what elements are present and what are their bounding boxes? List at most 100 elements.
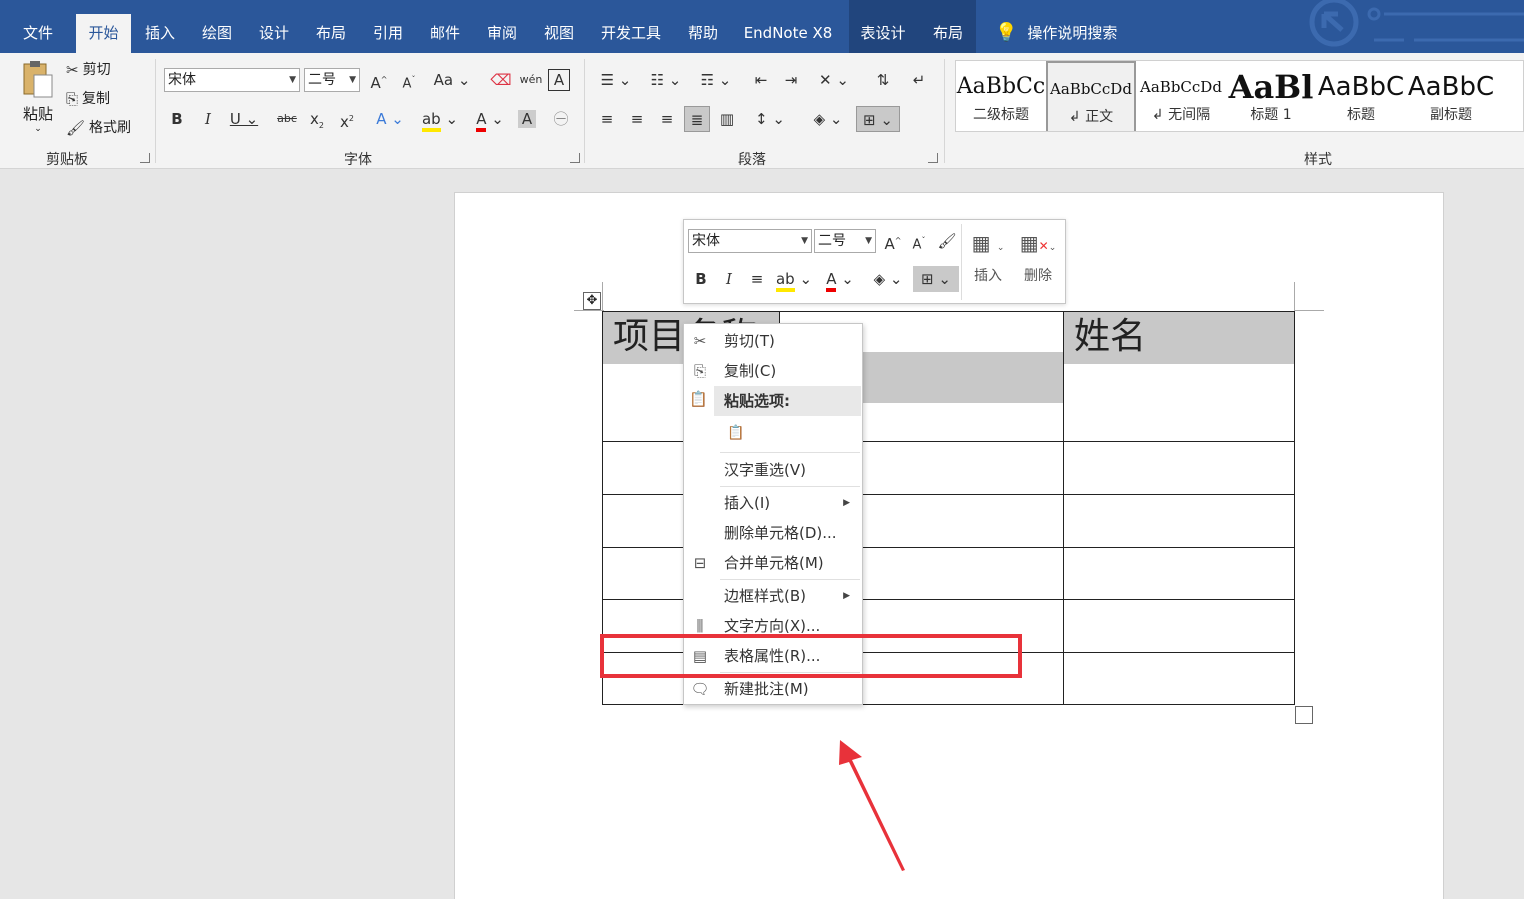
- text-effects-button[interactable]: A ⌄: [370, 106, 410, 132]
- char-border-icon[interactable]: A: [548, 69, 570, 91]
- menu-item-new-comment[interactable]: 🗨 新建批注(M): [684, 674, 862, 704]
- line-spacing-button[interactable]: ↕ ⌄: [750, 106, 790, 132]
- menu-item-insert[interactable]: 插入(I) ▶: [684, 488, 862, 518]
- borders-button[interactable]: ⊞ ⌄: [856, 106, 900, 132]
- strikethrough-button[interactable]: abc: [274, 106, 300, 132]
- align-left-button[interactable]: ≡: [594, 106, 620, 132]
- paragraph-launcher-icon[interactable]: [928, 153, 938, 163]
- mini-font-combo[interactable]: 宋体 ▼: [688, 229, 812, 253]
- menu-item-reconvert[interactable]: 汉字重选(V): [684, 455, 862, 485]
- align-right-button[interactable]: ≡: [654, 106, 680, 132]
- style-item-4[interactable]: AaBbC 标题: [1316, 61, 1406, 131]
- grow-font-button[interactable]: A^: [366, 67, 392, 93]
- mini-size-combo[interactable]: 二号 ▼: [814, 229, 876, 253]
- table-cell[interactable]: 姓名: [1063, 311, 1295, 442]
- table-cell[interactable]: [1063, 494, 1295, 548]
- tab-0[interactable]: 文件: [22, 14, 54, 53]
- style-item-0[interactable]: AaBbCc 二级标题: [956, 61, 1046, 131]
- style-item-6[interactable]: Aa不明: [1496, 61, 1523, 131]
- table-cell[interactable]: [1063, 547, 1295, 600]
- font-size-combo[interactable]: 二号 ▼: [304, 68, 360, 92]
- tab-3[interactable]: 绘图: [197, 14, 237, 53]
- multilevel-list-button[interactable]: ☶ ⌄: [694, 67, 738, 93]
- mini-shrink-font-button[interactable]: Aˇ: [906, 228, 932, 254]
- tab-13[interactable]: 表设计: [855, 14, 911, 53]
- menu-item-border-styles[interactable]: 边框样式(B) ▶: [684, 581, 862, 611]
- tab-2[interactable]: 插入: [140, 14, 180, 53]
- mini-format-painter-icon[interactable]: 🖌: [934, 228, 960, 254]
- increase-indent-button[interactable]: ⇥: [778, 67, 804, 93]
- table-move-handle-icon[interactable]: ✥: [583, 292, 601, 310]
- shading-button[interactable]: ◈ ⌄: [806, 106, 850, 132]
- font-launcher-icon[interactable]: [570, 153, 580, 163]
- enclose-char-icon[interactable]: ㊀: [548, 106, 574, 132]
- sort-button[interactable]: ⇅: [870, 67, 896, 93]
- table-cell[interactable]: [1063, 441, 1295, 495]
- tab-12[interactable]: EndNote X8: [740, 14, 836, 53]
- numbering-button[interactable]: ☷ ⌄: [644, 67, 688, 93]
- copy-button[interactable]: ⎘ 复制: [66, 86, 110, 112]
- mini-delete-button[interactable]: ▦✕⌄ 删除: [1016, 228, 1060, 300]
- paste-keep-text-icon[interactable]: 📋: [724, 420, 748, 446]
- clear-format-icon[interactable]: ⌫: [488, 67, 514, 93]
- tell-me-search[interactable]: 💡 操作说明搜索: [995, 14, 1117, 53]
- shrink-font-button[interactable]: Aˇ: [396, 67, 422, 93]
- style-item-1[interactable]: AaBbCcDd ↲ 正文: [1046, 61, 1136, 131]
- tab-7[interactable]: 邮件: [425, 14, 465, 53]
- paragraph-group-label: 段落: [738, 152, 766, 168]
- char-shading-icon[interactable]: A: [518, 110, 536, 128]
- mini-bold-button[interactable]: B: [688, 266, 714, 292]
- decrease-indent-button[interactable]: ⇤: [748, 67, 774, 93]
- bullets-button[interactable]: ☰ ⌄: [594, 67, 638, 93]
- mini-insert-button[interactable]: ▦ ⌄ 插入: [966, 228, 1010, 300]
- table-resize-handle-icon[interactable]: [1295, 706, 1313, 724]
- style-item-2[interactable]: AaBbCcDd ↲ 无间隔: [1136, 61, 1226, 131]
- menu-item-cut[interactable]: ✂ 剪切(T): [684, 326, 862, 356]
- change-case-button[interactable]: Aa ⌄: [432, 67, 472, 93]
- clipboard-launcher-icon[interactable]: [140, 153, 150, 163]
- mini-italic-button[interactable]: I: [716, 266, 742, 292]
- menu-item-merge-cells[interactable]: ⊟ 合并单元格(M): [684, 548, 862, 578]
- underline-button[interactable]: U ⌄: [224, 106, 264, 132]
- cut-button[interactable]: ✂ 剪切: [66, 57, 111, 83]
- chinese-layout-button[interactable]: ✕ ⌄: [814, 67, 854, 93]
- mini-borders-button[interactable]: ⊞ ⌄: [913, 266, 959, 292]
- tab-10[interactable]: 开发工具: [596, 14, 666, 53]
- table-cell[interactable]: [1063, 599, 1295, 653]
- subscript-button[interactable]: x2: [304, 106, 330, 132]
- mini-shading-button[interactable]: ◈ ⌄: [868, 266, 908, 292]
- bold-button[interactable]: B: [164, 106, 190, 132]
- menu-item-copy[interactable]: ⎘ 复制(C): [684, 356, 862, 386]
- format-painter-button[interactable]: 🖌 格式刷: [66, 115, 131, 141]
- style-item-5[interactable]: AaBbC 副标题: [1406, 61, 1496, 131]
- menu-item-delete-cells[interactable]: 删除单元格(D)...: [684, 518, 862, 548]
- mini-font-color-button[interactable]: A ⌄: [820, 266, 860, 292]
- superscript-button[interactable]: x2: [334, 106, 360, 132]
- style-name: 标题 1: [1250, 107, 1292, 123]
- align-center-button[interactable]: ≡: [624, 106, 650, 132]
- copy-icon: ⎘: [66, 90, 79, 108]
- tab-14[interactable]: 布局: [926, 14, 970, 53]
- tab-5[interactable]: 布局: [311, 14, 351, 53]
- table-cell[interactable]: [1063, 652, 1295, 705]
- mini-center-button[interactable]: ≡: [744, 266, 770, 292]
- show-marks-button[interactable]: ↵: [906, 67, 932, 93]
- highlight-button[interactable]: ab ⌄: [418, 106, 462, 132]
- style-item-3[interactable]: AaBl 标题 1: [1226, 61, 1316, 131]
- tab-1[interactable]: 开始: [76, 14, 131, 53]
- tab-8[interactable]: 审阅: [482, 14, 522, 53]
- tab-4[interactable]: 设计: [254, 14, 294, 53]
- mini-grow-font-button[interactable]: A^: [880, 228, 906, 254]
- distributed-button[interactable]: ▥: [714, 106, 740, 132]
- font-name-combo[interactable]: 宋体 ▼: [164, 68, 300, 92]
- justify-button[interactable]: ≣: [684, 106, 710, 132]
- tab-6[interactable]: 引用: [368, 14, 408, 53]
- font-color-button[interactable]: A ⌄: [468, 106, 512, 132]
- tab-9[interactable]: 视图: [539, 14, 579, 53]
- menu-item-label: 边框样式(B): [724, 587, 806, 605]
- tab-11[interactable]: 帮助: [683, 14, 723, 53]
- mini-highlight-button[interactable]: ab ⌄: [772, 266, 816, 292]
- paste-button[interactable]: 粘贴 ⌄: [18, 59, 58, 139]
- italic-button[interactable]: I: [195, 106, 221, 132]
- phonetic-guide-icon[interactable]: wén: [518, 67, 544, 93]
